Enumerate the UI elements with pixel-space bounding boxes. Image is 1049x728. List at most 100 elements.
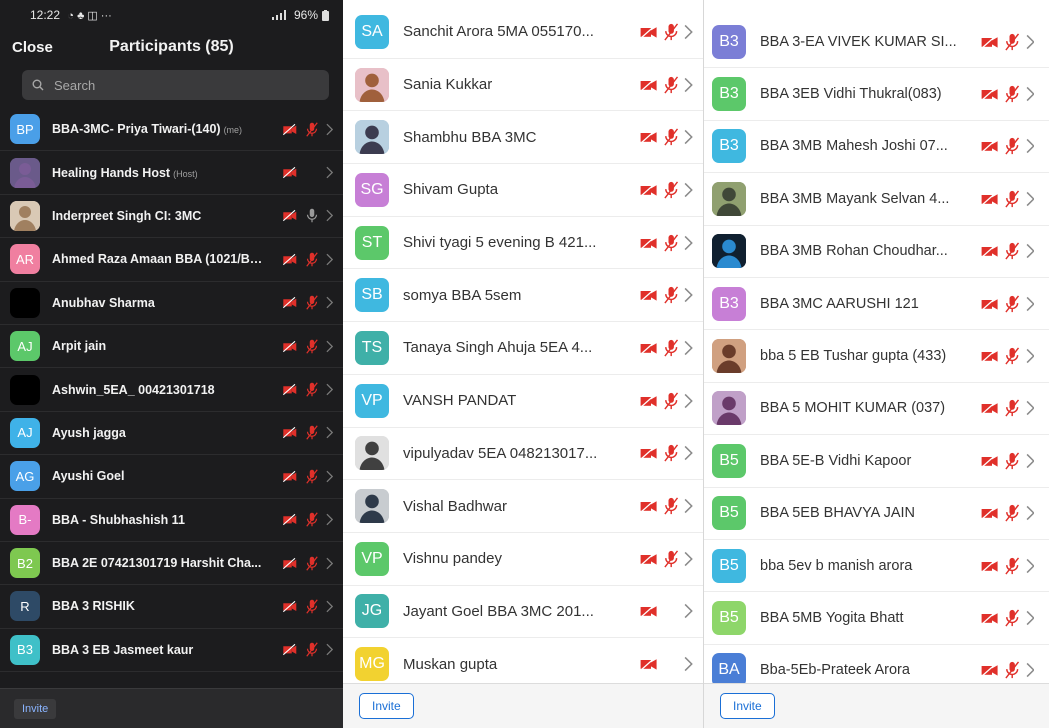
video-off-icon[interactable] [980,348,999,364]
participant-row[interactable]: B3 BBA 3MB Mahesh Joshi 07... [704,121,1049,174]
chevron-right-icon[interactable] [1026,610,1035,626]
participant-row[interactable]: Inderpreet Singh CI: 3MC [0,195,343,239]
video-off-icon[interactable] [639,24,658,40]
chevron-right-icon[interactable] [326,643,333,656]
participant-row[interactable]: ST Shivi tyagi 5 evening B 421... [343,217,703,270]
video-off-icon[interactable] [639,603,658,619]
mic-muted-icon[interactable] [664,181,678,199]
video-off-icon[interactable] [282,166,298,179]
mic-muted-icon[interactable] [1005,295,1020,313]
mic-muted-icon[interactable] [1005,557,1020,575]
video-off-icon[interactable] [980,453,999,469]
participant-row[interactable]: VP Vishnu pandey [343,533,703,586]
video-off-icon[interactable] [980,558,999,574]
mic-muted-icon[interactable] [1005,347,1020,365]
video-off-icon[interactable] [282,557,298,570]
video-off-icon[interactable] [639,445,658,461]
video-off-icon[interactable] [282,470,298,483]
video-off-icon[interactable] [639,551,658,567]
chevron-right-icon[interactable] [684,551,693,567]
participant-row[interactable]: AG Ayushi Goel [0,455,343,499]
participant-row[interactable]: BBA 3MB Rohan Choudhar... [704,226,1049,278]
chevron-right-icon[interactable] [1026,296,1035,312]
chevron-right-icon[interactable] [684,340,693,356]
chevron-right-icon[interactable] [684,445,693,461]
chevron-right-icon[interactable] [1026,86,1035,102]
chevron-right-icon[interactable] [684,393,693,409]
chevron-right-icon[interactable] [1026,662,1035,678]
mic-muted-icon[interactable] [664,444,678,462]
video-off-icon[interactable] [639,129,658,145]
mic-muted-icon[interactable] [306,382,318,397]
participant-row[interactable]: AJ Arpit jain [0,325,343,369]
chevron-right-icon[interactable] [1026,138,1035,154]
participant-row[interactable]: Ashwin_5EA_ 00421301718 [0,368,343,412]
participant-row[interactable]: Anubhav Sharma [0,282,343,325]
participant-row[interactable]: SG Shivam Gupta [343,164,703,217]
chevron-right-icon[interactable] [684,129,693,145]
mic-muted-icon[interactable] [664,128,678,146]
video-off-icon[interactable] [282,426,298,439]
participant-row[interactable]: BBA 3MB Mayank Selvan 4... [704,173,1049,226]
video-off-icon[interactable] [282,383,298,396]
chevron-right-icon[interactable] [1026,505,1035,521]
participant-row[interactable]: TS Tanaya Singh Ahuja 5EA 4... [343,322,703,375]
video-off-icon[interactable] [980,505,999,521]
chevron-right-icon[interactable] [684,182,693,198]
participant-row[interactable]: Healing Hands Host (Host) [0,151,343,195]
video-off-icon[interactable] [980,296,999,312]
video-off-icon[interactable] [282,643,298,656]
participant-row[interactable]: B3 BBA 3MC AARUSHI 121 [704,278,1049,331]
mic-muted-icon[interactable] [664,23,678,41]
mic-muted-icon[interactable] [1005,242,1020,260]
mic-icon[interactable] [306,208,318,223]
participant-row[interactable]: R BBA 3 RISHIK [0,585,343,629]
mic-muted-icon[interactable] [664,234,678,252]
video-off-icon[interactable] [282,600,298,613]
video-off-icon[interactable] [282,340,298,353]
mic-muted-icon[interactable] [306,642,318,657]
video-off-icon[interactable] [639,287,658,303]
video-off-icon[interactable] [639,182,658,198]
mic-muted-icon[interactable] [1005,609,1020,627]
search-bar[interactable] [22,70,329,100]
chevron-right-icon[interactable] [326,557,333,570]
chevron-right-icon[interactable] [684,77,693,93]
participant-row[interactable]: BP BBA-3MC- Priya Tiwari-(140) (me) [0,108,343,152]
mic-muted-icon[interactable] [664,339,678,357]
participant-row[interactable]: B3 BBA 3 EB Jasmeet kaur [0,629,343,673]
chevron-right-icon[interactable] [326,600,333,613]
chevron-right-icon[interactable] [326,166,333,179]
video-off-icon[interactable] [639,77,658,93]
chevron-right-icon[interactable] [326,426,333,439]
chevron-right-icon[interactable] [684,287,693,303]
participant-row[interactable]: VP VANSH PANDAT [343,375,703,428]
participant-row[interactable]: bba 5 EB Tushar gupta (433) [704,330,1049,383]
participant-row[interactable]: Sania Kukkar [343,59,703,112]
chevron-right-icon[interactable] [1026,34,1035,50]
video-off-icon[interactable] [980,400,999,416]
chevron-right-icon[interactable] [326,296,333,309]
chevron-right-icon[interactable] [1026,243,1035,259]
chevron-right-icon[interactable] [326,513,333,526]
video-off-icon[interactable] [282,296,298,309]
participant-row[interactable]: vipulyadav 5EA 048213017... [343,428,703,481]
video-off-icon[interactable] [282,513,298,526]
participant-row[interactable]: B2 BBA 2E 07421301719 Harshit Cha... [0,542,343,586]
chevron-right-icon[interactable] [326,470,333,483]
participant-row[interactable]: B5 BBA 5E-B Vidhi Kapoor [704,435,1049,488]
video-off-icon[interactable] [980,243,999,259]
mic-muted-icon[interactable] [1005,190,1020,208]
chevron-right-icon[interactable] [684,24,693,40]
video-off-icon[interactable] [282,209,298,222]
video-off-icon[interactable] [980,191,999,207]
video-off-icon[interactable] [282,253,298,266]
video-off-icon[interactable] [980,662,999,678]
participant-row[interactable]: B- BBA - Shubhashish 11 [0,499,343,542]
mic-muted-icon[interactable] [1005,33,1020,51]
video-off-icon[interactable] [639,656,658,672]
chevron-right-icon[interactable] [1026,348,1035,364]
participant-row[interactable]: B5 BBA 5MB Yogita Bhatt [704,592,1049,645]
chevron-right-icon[interactable] [1026,453,1035,469]
close-button[interactable]: Close [12,39,53,56]
